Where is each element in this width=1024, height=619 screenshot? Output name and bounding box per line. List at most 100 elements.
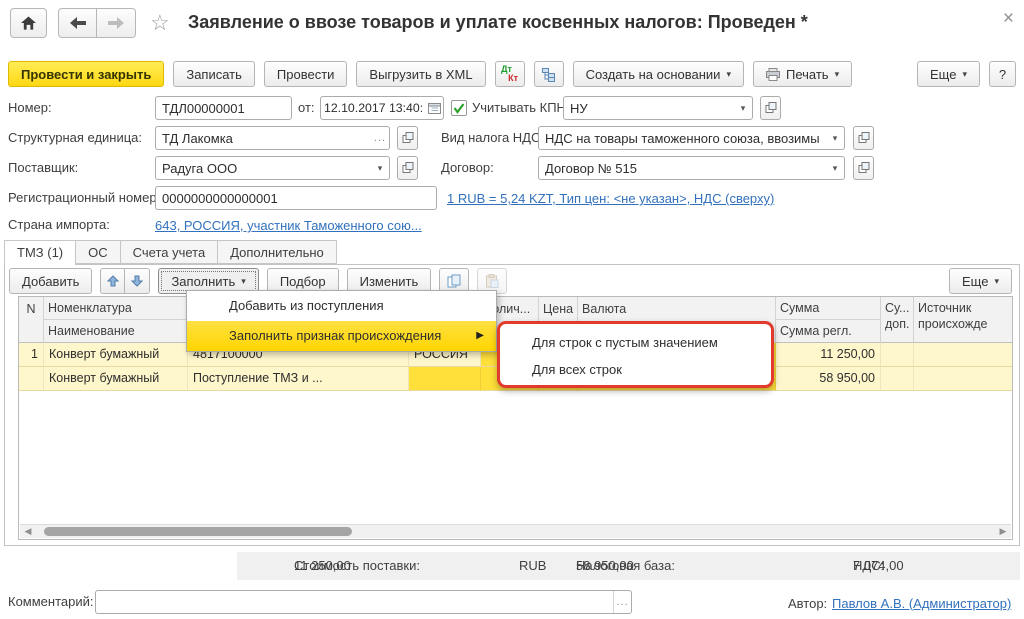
grid-more-button[interactable]: Еще ▾ bbox=[949, 268, 1012, 294]
save-button[interactable]: Записать bbox=[173, 61, 255, 87]
checkmark-icon bbox=[453, 103, 465, 114]
column-header-n[interactable]: N bbox=[19, 297, 44, 343]
vat-kind-label: Вид налога НДС: bbox=[441, 126, 544, 150]
contract-open-button[interactable] bbox=[853, 156, 874, 180]
scroll-right-icon[interactable]: ▶ bbox=[995, 525, 1011, 538]
submenu-item-empty-rows[interactable]: Для строк с пустым значением bbox=[500, 329, 771, 356]
scroll-left-icon[interactable]: ◀ bbox=[20, 525, 36, 538]
scrollbar-thumb[interactable] bbox=[44, 527, 352, 536]
help-button[interactable]: ? bbox=[989, 61, 1016, 87]
dropdown-icon[interactable]: ▾ bbox=[734, 97, 752, 119]
dropdown-icon[interactable]: ▾ bbox=[371, 157, 389, 179]
unit-open-button[interactable] bbox=[397, 126, 418, 150]
regnum-field[interactable] bbox=[155, 186, 437, 210]
cell-sum-add[interactable] bbox=[881, 343, 914, 367]
forward-arrow-icon bbox=[108, 17, 124, 29]
supplier-input[interactable] bbox=[156, 161, 371, 176]
dropdown-icon[interactable]: ▾ bbox=[826, 157, 844, 179]
date-input[interactable] bbox=[321, 101, 425, 115]
cell-country[interactable] bbox=[409, 367, 481, 391]
currency-code: RUB bbox=[519, 552, 546, 580]
kpn-input[interactable] bbox=[564, 101, 734, 116]
kt-label: Кт bbox=[508, 74, 518, 83]
move-up-button[interactable] bbox=[100, 268, 125, 294]
grid-more-label: Еще bbox=[962, 274, 988, 289]
print-button[interactable]: Печать ▾ bbox=[753, 61, 852, 87]
import-country-link[interactable]: 643, РОССИЯ, участник Таможенного сою... bbox=[155, 218, 422, 233]
post-and-close-button[interactable]: Провести и закрыть bbox=[8, 61, 164, 87]
vat-kind-field[interactable]: ▾ bbox=[538, 126, 845, 150]
add-row-button[interactable]: Добавить bbox=[9, 268, 92, 294]
close-icon[interactable]: × bbox=[1003, 8, 1014, 30]
open-icon bbox=[402, 162, 414, 174]
tab-os[interactable]: ОС bbox=[76, 240, 121, 264]
number-field[interactable] bbox=[155, 96, 292, 120]
comment-field[interactable]: ... bbox=[95, 590, 632, 614]
unit-input[interactable] bbox=[156, 131, 371, 146]
move-down-button[interactable] bbox=[125, 268, 150, 294]
cell-receipt-doc[interactable]: Поступление ТМЗ и ... bbox=[188, 367, 409, 391]
kpn-field[interactable]: ▾ bbox=[563, 96, 753, 120]
cell-n[interactable] bbox=[19, 367, 44, 391]
create-based-on-label: Создать на основании bbox=[586, 67, 721, 82]
export-xml-button[interactable]: Выгрузить в XML bbox=[356, 61, 485, 87]
dropdown-icon[interactable]: ▾ bbox=[826, 127, 844, 149]
post-button[interactable]: Провести bbox=[264, 61, 348, 87]
cell-sum-add[interactable] bbox=[881, 367, 914, 391]
column-header-sum[interactable]: Сумма Сумма регл. bbox=[776, 297, 881, 343]
submenu-item-all-rows[interactable]: Для всех строк bbox=[500, 356, 771, 383]
comment-ellipsis-icon[interactable]: ... bbox=[613, 591, 631, 613]
menu-item-fill-origin[interactable]: Заполнить признак происхождения ▶ bbox=[187, 321, 496, 351]
author-link[interactable]: Павлов А.В. (Администратор) bbox=[832, 596, 1011, 611]
column-label: Сумма регл. bbox=[776, 320, 880, 343]
forward-button[interactable] bbox=[97, 8, 136, 38]
cell-sum-reg[interactable]: 58 950,00 bbox=[776, 367, 881, 391]
horizontal-scrollbar[interactable]: ◀ ▶ bbox=[20, 524, 1011, 538]
supplier-open-button[interactable] bbox=[397, 156, 418, 180]
tab-accounts[interactable]: Счета учета bbox=[121, 240, 219, 264]
contract-field[interactable]: ▾ bbox=[538, 156, 845, 180]
favorite-star-icon[interactable]: ☆ bbox=[150, 11, 170, 35]
column-label: Су... доп. bbox=[881, 297, 913, 335]
cell-origin-source[interactable] bbox=[914, 343, 1013, 367]
cell-origin-source[interactable] bbox=[914, 367, 1013, 391]
column-header-nomenclature[interactable]: Номенклатура Наименование bbox=[44, 297, 188, 343]
supplier-field[interactable]: ▾ bbox=[155, 156, 390, 180]
column-header-origin-source[interactable]: Источник происхожде bbox=[914, 297, 1013, 343]
cell-name[interactable]: Конверт бумажный bbox=[44, 367, 188, 391]
vat-kind-open-button[interactable] bbox=[853, 126, 874, 150]
author-label: Автор: bbox=[788, 592, 827, 616]
back-button[interactable] bbox=[58, 8, 97, 38]
vat-kind-input[interactable] bbox=[539, 131, 826, 146]
more-actions-button[interactable]: Еще ▾ bbox=[917, 61, 980, 87]
kpn-checkbox[interactable] bbox=[451, 100, 467, 116]
dtkt-postings-button[interactable]: Дт Кт bbox=[495, 61, 525, 87]
calendar-icon[interactable] bbox=[425, 97, 443, 119]
kpn-open-button[interactable] bbox=[760, 96, 781, 120]
number-input[interactable] bbox=[156, 101, 291, 116]
column-label: Сумма bbox=[776, 297, 880, 320]
comment-input[interactable] bbox=[96, 595, 613, 610]
supplier-label: Поставщик: bbox=[8, 156, 78, 180]
unit-field[interactable]: ... bbox=[155, 126, 390, 150]
structure-icon bbox=[541, 67, 556, 82]
create-based-on-button[interactable]: Создать на основании ▾ bbox=[573, 61, 744, 87]
cell-n[interactable]: 1 bbox=[19, 343, 44, 367]
cell-nomenclature[interactable]: Конверт бумажный bbox=[44, 343, 188, 367]
cell-sum[interactable]: 11 250,00 bbox=[776, 343, 881, 367]
column-label: Номенклатура bbox=[44, 297, 187, 320]
regnum-input[interactable] bbox=[156, 191, 436, 206]
home-button[interactable] bbox=[10, 8, 47, 38]
tab-additional[interactable]: Дополнительно bbox=[218, 240, 337, 264]
back-arrow-icon bbox=[70, 17, 86, 29]
open-icon bbox=[858, 132, 870, 144]
menu-item-label: Заполнить признак происхождения bbox=[229, 328, 441, 343]
contract-input[interactable] bbox=[539, 161, 826, 176]
date-field[interactable] bbox=[320, 96, 444, 120]
document-structure-button[interactable] bbox=[534, 61, 564, 87]
tab-tmz[interactable]: ТМЗ (1) bbox=[4, 240, 76, 265]
column-header-sum-add[interactable]: Су... доп. bbox=[881, 297, 914, 343]
choose-ellipsis-icon[interactable]: ... bbox=[371, 127, 389, 149]
exchange-rate-link[interactable]: 1 RUB = 5,24 KZT, Тип цен: <не указан>, … bbox=[447, 191, 774, 206]
menu-item-add-from-receipt[interactable]: Добавить из поступления bbox=[187, 291, 496, 321]
